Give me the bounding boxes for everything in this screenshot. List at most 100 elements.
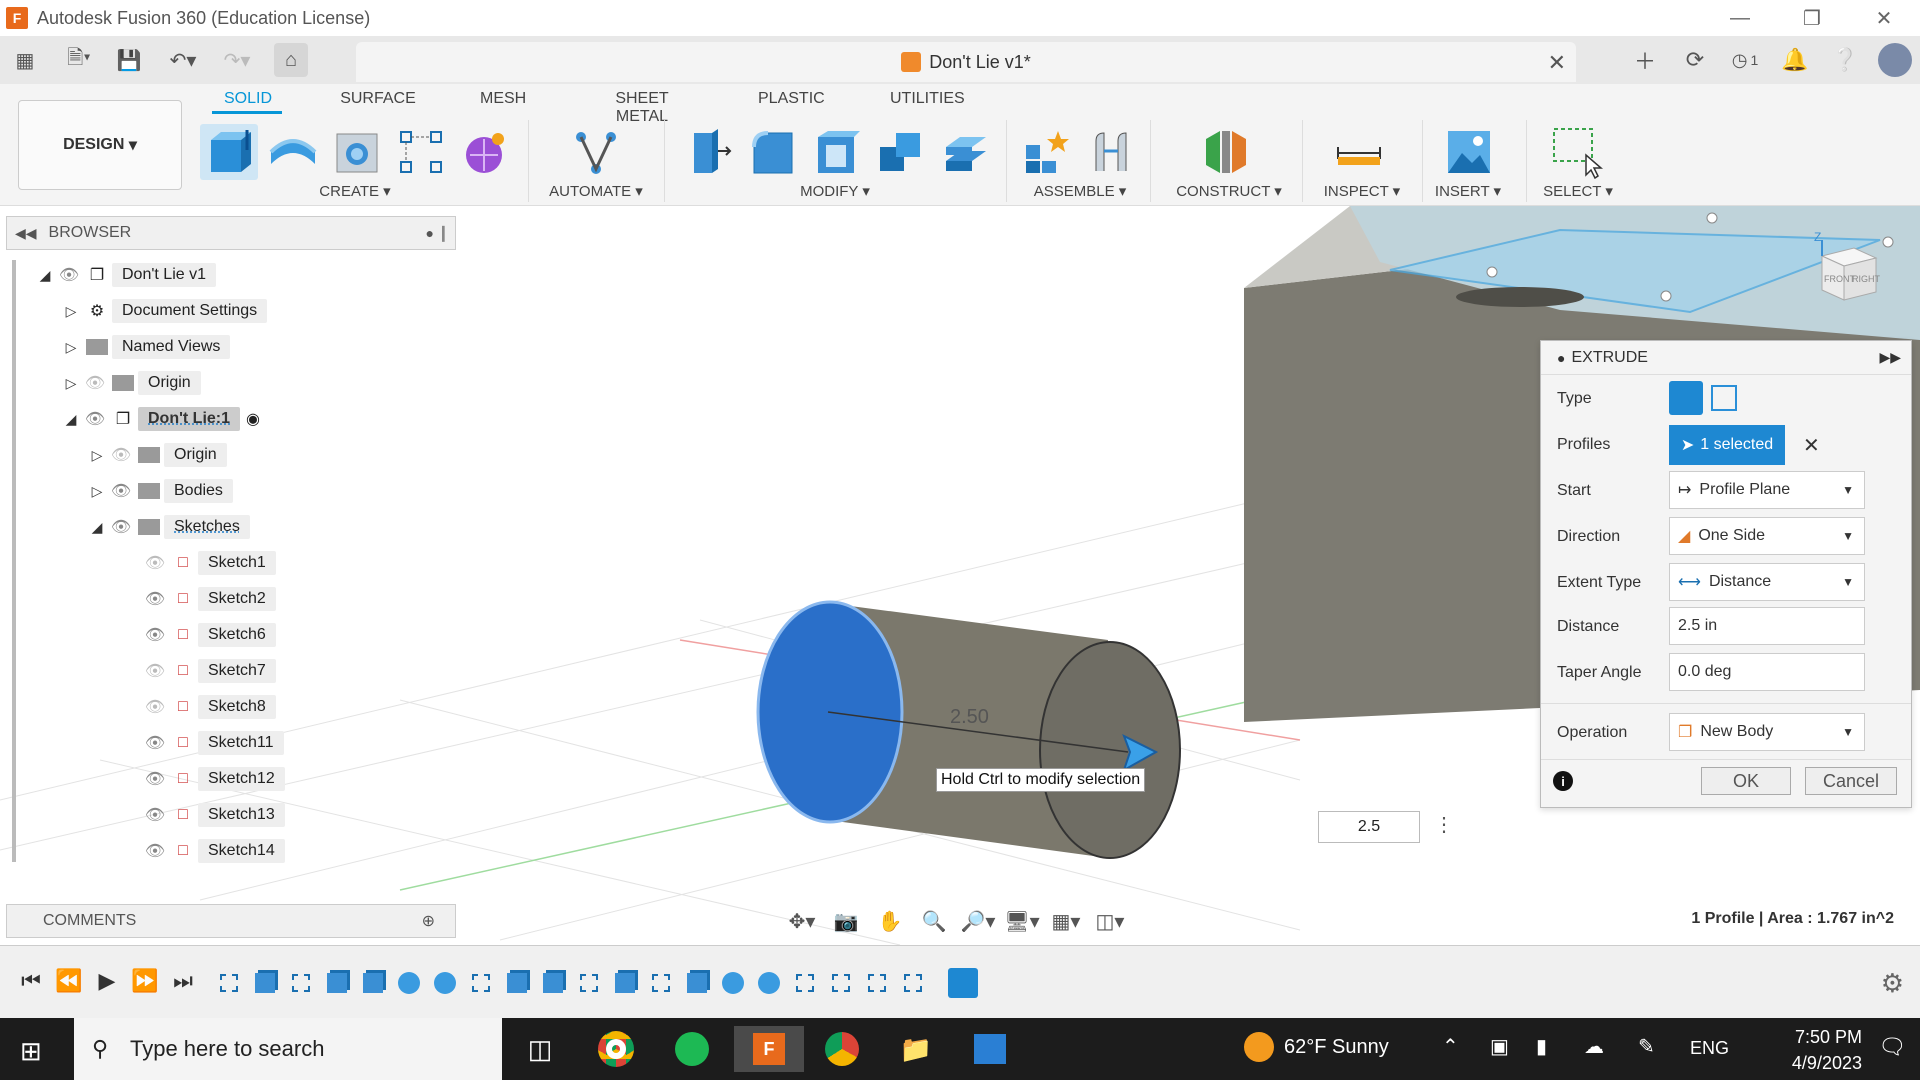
visibility-eye-icon[interactable]: 👁 [142, 733, 168, 753]
photos-icon[interactable] [962, 1026, 1018, 1072]
timeline-sketch-icon[interactable] [790, 968, 820, 998]
step-back-icon[interactable]: ⏪ [50, 968, 88, 994]
tree-item-root[interactable]: ◢ 👁 ❐ Don't Lie v1 [34, 260, 216, 290]
extensions-icon[interactable]: ⟳ [1670, 47, 1720, 73]
fillet-tool[interactable] [744, 124, 802, 180]
offset-face-tool[interactable] [936, 124, 994, 180]
shell-tool[interactable] [808, 124, 866, 180]
dialog-expand-icon[interactable]: ▶▶ [1879, 349, 1901, 366]
expand-triangle-icon[interactable]: ▷ [60, 375, 82, 392]
more-options-icon[interactable]: ⋮ [1434, 812, 1454, 837]
pen-icon[interactable]: ✎ [1638, 1034, 1655, 1059]
distance-input[interactable]: 2.5 in [1669, 607, 1865, 645]
go-to-start-icon[interactable]: ⏮ [12, 968, 50, 994]
new-tab-icon[interactable]: ＋ [1620, 44, 1670, 76]
timeline-sketch-icon[interactable] [574, 968, 604, 998]
revolve-tool[interactable] [264, 124, 322, 180]
browser-scrollbar[interactable] [12, 260, 16, 862]
hidden-eye-icon[interactable]: 👁 [108, 445, 134, 465]
app-grid-icon[interactable]: ▦ [8, 43, 42, 77]
fusion-taskbar-icon[interactable]: F [734, 1026, 804, 1072]
timeline-sketch-icon[interactable] [646, 968, 676, 998]
viewports-icon[interactable]: ◫▾ [1088, 909, 1132, 934]
modify-group-label[interactable]: MODIFY ▾ [780, 182, 890, 200]
cancel-button[interactable]: Cancel [1805, 767, 1897, 795]
tree-item-sketch[interactable]: 👁 □ Sketch14 [142, 836, 285, 866]
tab-surface[interactable]: SURFACE [340, 90, 416, 108]
close-tab-icon[interactable]: ✕ [1548, 50, 1566, 76]
save-icon[interactable]: 💾 [112, 43, 146, 77]
viewcube-right-label[interactable]: RIGHT [1852, 274, 1880, 284]
help-icon[interactable]: ❔ [1820, 47, 1870, 73]
redo-icon[interactable]: ↷▾ [220, 43, 254, 77]
new-component-tool[interactable] [1018, 124, 1076, 180]
inline-distance-input[interactable]: 2.5 [1318, 811, 1420, 843]
timeline-sketch-icon[interactable] [466, 968, 496, 998]
tab-solid[interactable]: SOLID [212, 90, 282, 114]
orbit-icon[interactable]: ✥▾ [780, 909, 824, 934]
timeline-hole-icon[interactable] [718, 968, 748, 998]
tab-utilities[interactable]: UTILITIES [890, 90, 965, 108]
timeline-sketch-icon[interactable] [286, 968, 316, 998]
comments-panel[interactable]: COMMENTS ⊕ [6, 904, 456, 938]
weather-widget[interactable]: 62°F Sunny [1244, 1032, 1389, 1062]
start-select[interactable]: ↦ Profile Plane ▼ [1669, 471, 1865, 509]
chrome-profile-icon[interactable] [814, 1026, 870, 1072]
job-status-icon[interactable]: ◷ 1 [1720, 50, 1770, 71]
tree-item-sketch[interactable]: 👁 □ Sketch6 [142, 620, 276, 650]
hidden-eye-icon[interactable]: 👁 [142, 553, 168, 573]
press-pull-tool[interactable] [680, 124, 738, 180]
close-window-icon[interactable]: ✕ [1848, 0, 1920, 36]
zoom-icon[interactable]: 🔍 [912, 909, 956, 934]
info-icon[interactable]: i [1553, 771, 1573, 791]
activate-radio-icon[interactable]: ◉ [246, 409, 260, 429]
visibility-eye-icon[interactable]: 👁 [56, 265, 82, 285]
clear-selection-icon[interactable]: ✕ [1803, 433, 1820, 458]
visibility-eye-icon[interactable]: 👁 [108, 481, 134, 501]
timeline-sketch-icon[interactable] [826, 968, 856, 998]
file-explorer-icon[interactable]: 📁 [888, 1026, 944, 1072]
add-comment-icon[interactable]: ⊕ [422, 911, 435, 931]
tree-item-sketch[interactable]: 👁 □ Sketch13 [142, 800, 285, 830]
visibility-eye-icon[interactable]: 👁 [142, 769, 168, 789]
expand-triangle-icon[interactable]: ▷ [86, 447, 108, 464]
collapse-triangle-icon[interactable]: ◢ [86, 519, 108, 536]
create-group-label[interactable]: CREATE ▾ [300, 182, 410, 200]
play-icon[interactable]: ▶ [88, 968, 126, 994]
step-forward-icon[interactable]: ⏩ [126, 968, 164, 994]
spotify-icon[interactable] [664, 1026, 720, 1072]
timeline-extrude-icon[interactable] [250, 968, 280, 998]
windows-start-icon[interactable]: ⊞ [20, 1036, 42, 1067]
timeline-extrude-icon[interactable] [322, 968, 352, 998]
extrude-dialog-header[interactable]: ● EXTRUDE ▶▶ [1541, 341, 1911, 375]
hidden-eye-icon[interactable]: 👁 [82, 373, 108, 393]
operation-select[interactable]: ❐ New Body ▼ [1669, 713, 1865, 751]
timeline-extrude-icon[interactable] [610, 968, 640, 998]
tab-mesh[interactable]: MESH [480, 90, 526, 108]
taskbar-search-input[interactable]: ⚲ Type here to search [74, 1018, 502, 1080]
tab-sheet-metal[interactable]: SHEET METAL [590, 90, 694, 126]
collapse-triangle-icon[interactable]: ◢ [34, 267, 56, 284]
expand-triangle-icon[interactable]: ▷ [86, 483, 108, 500]
notification-center-icon[interactable]: 🗨 [1878, 1034, 1906, 1060]
browser-header[interactable]: ◀◀ BROWSER ● ❙ [6, 216, 456, 250]
construct-plane-tool[interactable] [1196, 124, 1254, 180]
display-settings-icon[interactable]: 🖥▾ [1000, 909, 1044, 934]
tree-item-bodies[interactable]: ▷ 👁 Bodies [86, 476, 233, 506]
workspace-switcher-button[interactable]: DESIGN ▾ [18, 100, 182, 190]
construct-group-label[interactable]: CONSTRUCT ▾ [1166, 182, 1292, 200]
timeline-extrude-icon[interactable] [358, 968, 388, 998]
browser-options-icon[interactable]: ● [426, 225, 434, 241]
tree-item-origin-sub[interactable]: ▷ 👁 Origin [86, 440, 227, 470]
extent-type-select[interactable]: ⟷ Distance ▼ [1669, 563, 1865, 601]
task-view-icon[interactable]: ◫ [512, 1026, 568, 1072]
hidden-eye-icon[interactable]: 👁 [142, 661, 168, 681]
tree-item-named-views[interactable]: ▷ Named Views [60, 332, 231, 362]
visibility-eye-icon[interactable]: 👁 [142, 589, 168, 609]
timeline-sketch-icon[interactable] [214, 968, 244, 998]
tree-item-sketch[interactable]: 👁 □ Sketch8 [142, 692, 276, 722]
hidden-eye-icon[interactable]: 👁 [142, 697, 168, 717]
user-avatar[interactable] [1870, 43, 1920, 77]
chrome-icon[interactable] [588, 1026, 644, 1072]
select-group-label[interactable]: SELECT ▾ [1528, 182, 1628, 200]
